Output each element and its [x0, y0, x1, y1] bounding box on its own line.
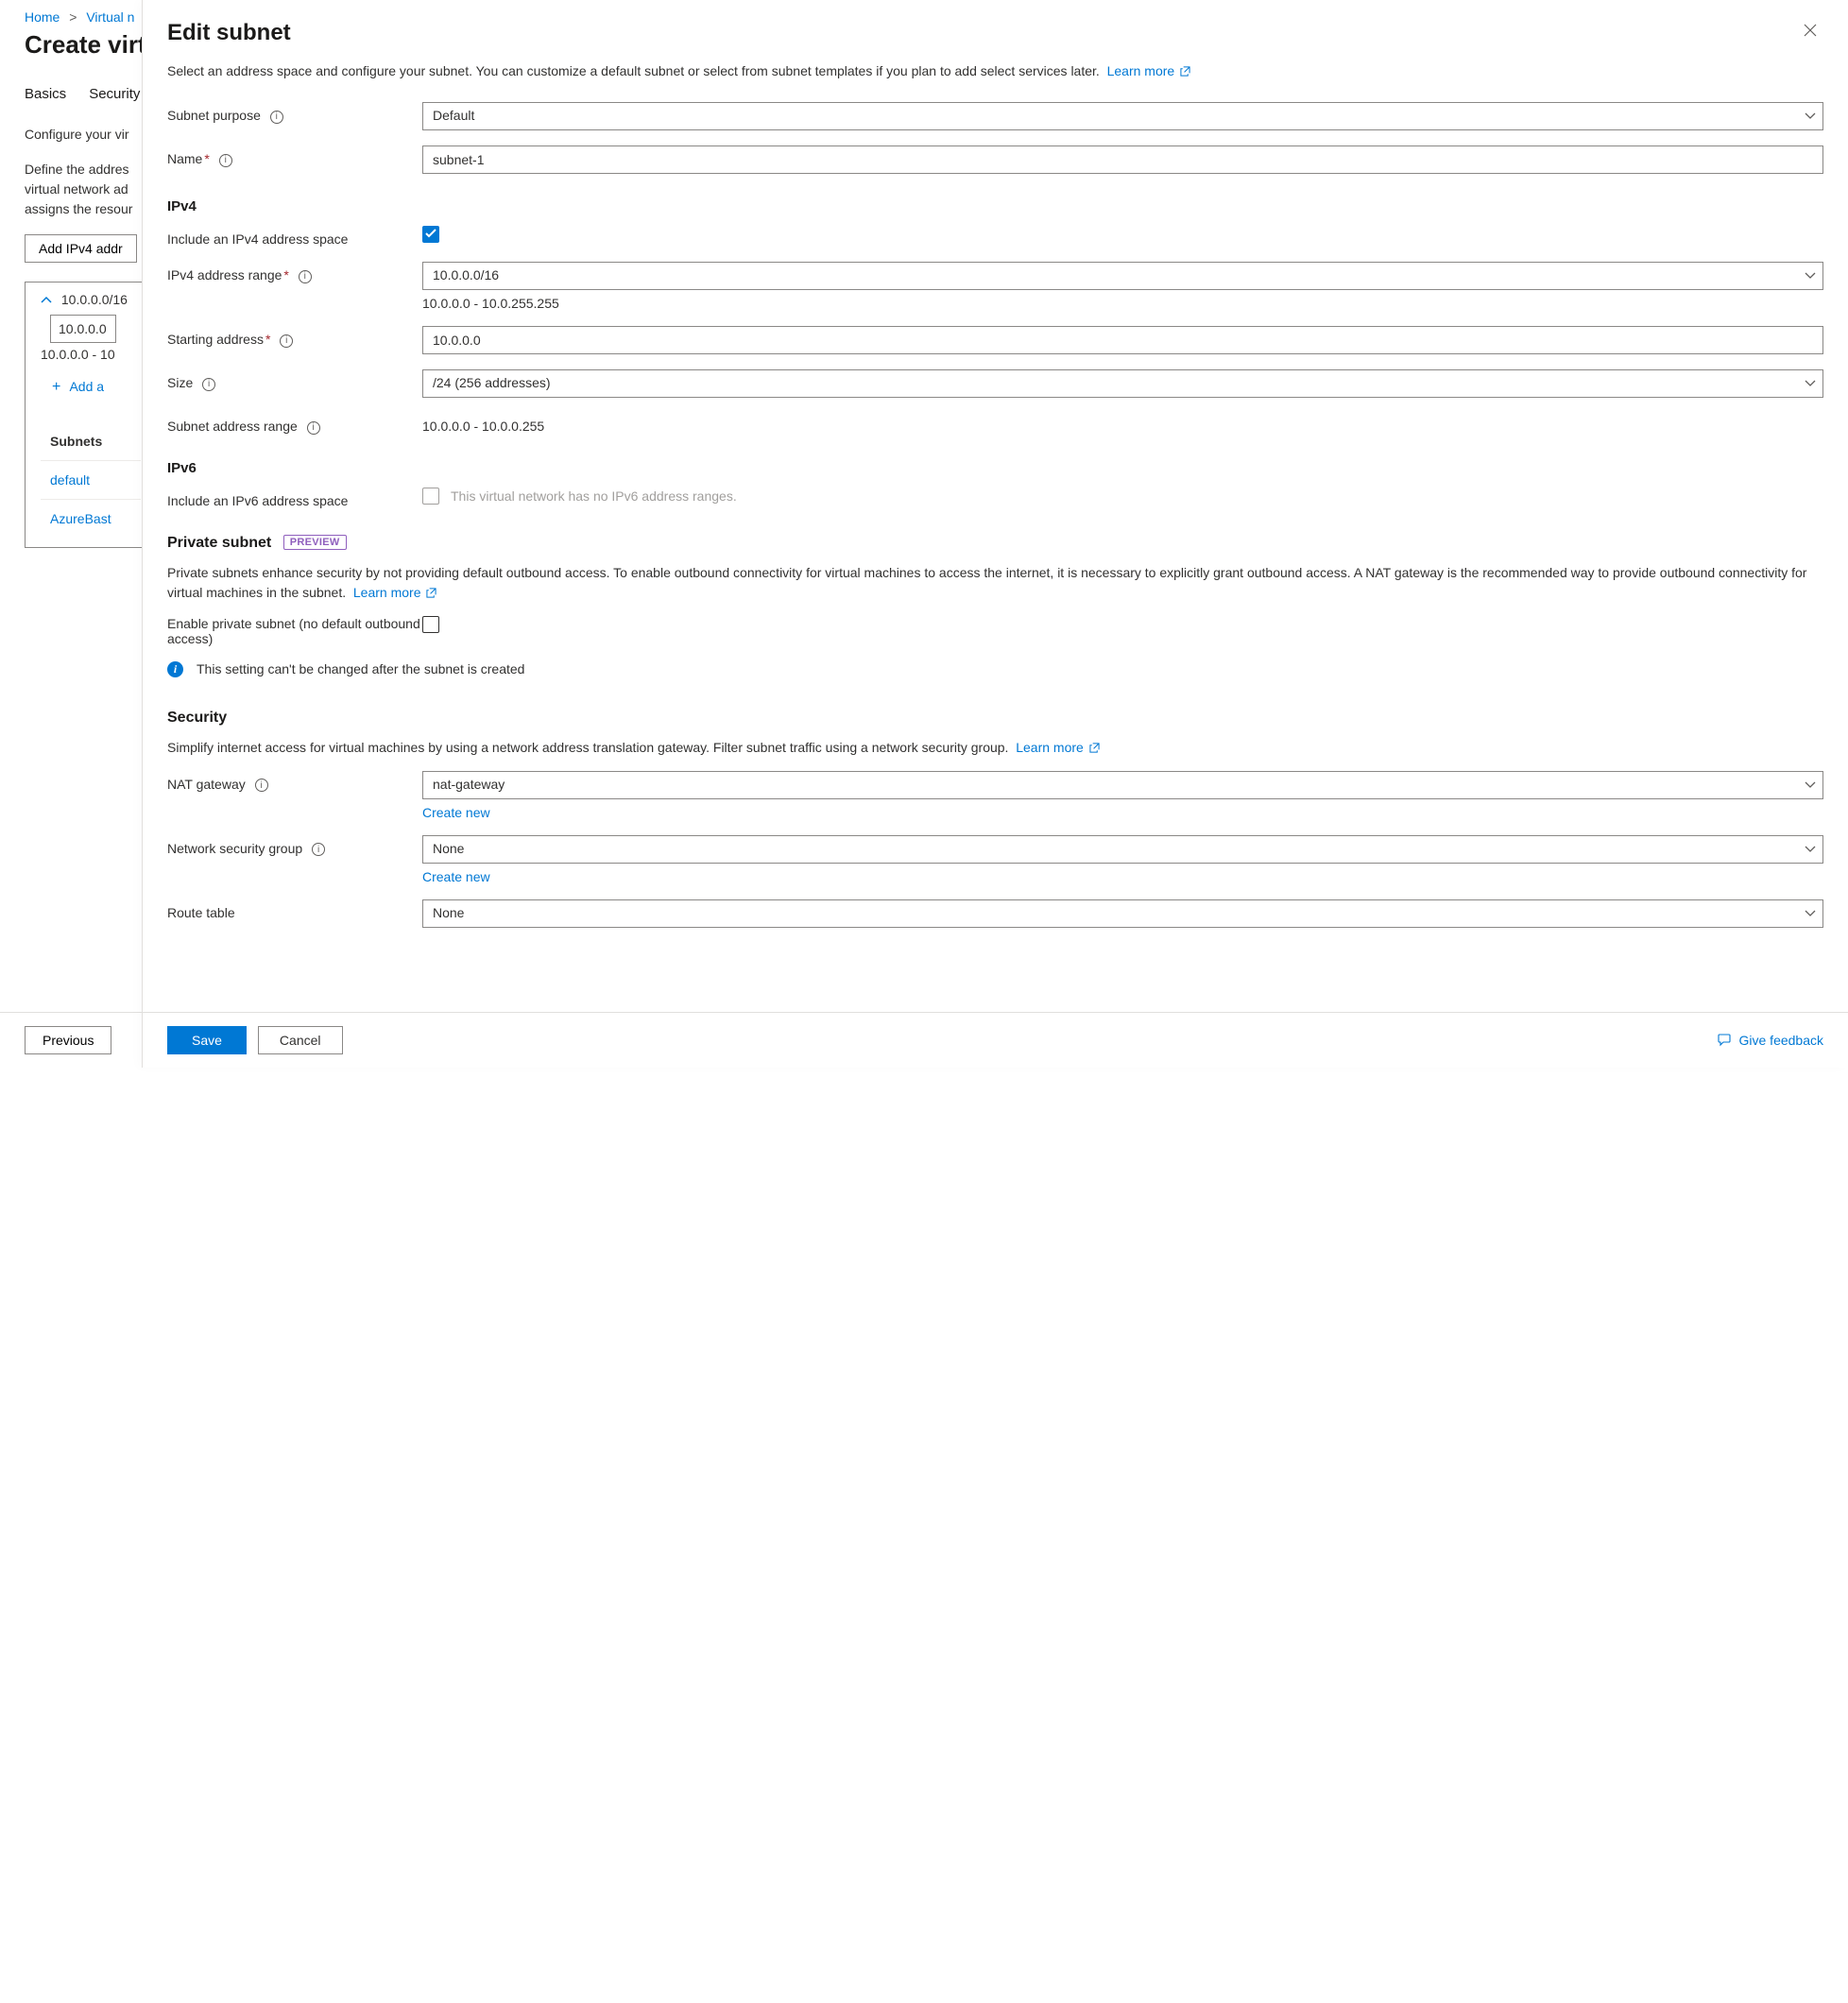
route-table-label: Route table: [167, 899, 422, 920]
info-icon[interactable]: i: [312, 843, 325, 856]
info-icon[interactable]: i: [280, 334, 293, 348]
ipv6-heading: IPv6: [167, 460, 1823, 476]
enable-private-subnet-label: Enable private subnet (no default outbou…: [167, 616, 422, 646]
size-label: Size i: [167, 369, 422, 392]
close-button[interactable]: [1797, 17, 1823, 48]
external-link-icon: [1089, 739, 1100, 759]
subnets-heading: Subnets: [50, 434, 141, 449]
panel-title: Edit subnet: [167, 20, 291, 46]
info-icon[interactable]: i: [307, 421, 320, 435]
ipv4-heading: IPv4: [167, 198, 1823, 214]
info-icon[interactable]: i: [202, 378, 215, 391]
nat-gateway-label: NAT gateway i: [167, 771, 422, 794]
add-subnet-link[interactable]: + Add a: [41, 379, 141, 396]
info-icon[interactable]: i: [219, 154, 232, 167]
tab-security[interactable]: Security: [89, 86, 140, 102]
address-range-text: 10.0.0.0 - 10: [41, 347, 141, 362]
plus-icon: +: [52, 379, 60, 395]
external-link-icon: [1180, 62, 1190, 82]
info-icon[interactable]: i: [255, 779, 268, 792]
include-ipv6-checkbox: [422, 488, 439, 505]
info-callout: i This setting can't be changed after th…: [167, 661, 1823, 677]
add-ipv4-address-space-button[interactable]: Add IPv4 addr: [25, 234, 137, 263]
chevron-up-icon[interactable]: [41, 294, 52, 309]
info-icon[interactable]: i: [270, 111, 283, 124]
nsg-create-new-link[interactable]: Create new: [422, 869, 490, 884]
info-icon: i: [167, 661, 183, 677]
edit-subnet-panel: Edit subnet Select an address space and …: [142, 0, 1848, 1068]
subnet-address-range-label: Subnet address range i: [167, 413, 422, 436]
security-description: Simplify internet access for virtual mac…: [167, 738, 1823, 758]
info-icon[interactable]: i: [299, 270, 312, 283]
security-heading: Security: [167, 710, 1823, 727]
include-ipv6-label: Include an IPv6 address space: [167, 488, 422, 508]
save-button[interactable]: Save: [167, 1026, 247, 1054]
name-label: Name* i: [167, 146, 422, 168]
panel-footer: Save Cancel Give feedback: [143, 1012, 1848, 1068]
cancel-button[interactable]: Cancel: [258, 1026, 343, 1054]
tab-basics[interactable]: Basics: [25, 86, 66, 102]
nat-gateway-select[interactable]: nat-gateway: [422, 771, 1823, 799]
private-subnet-description: Private subnets enhance security by not …: [167, 563, 1823, 603]
external-link-icon: [426, 584, 436, 604]
private-subnet-heading: Private subnet PREVIEW: [167, 535, 1823, 552]
close-icon: [1803, 23, 1818, 42]
name-input[interactable]: [422, 146, 1823, 174]
preview-badge: PREVIEW: [283, 535, 347, 550]
address-space-cidr: 10.0.0.0/16: [61, 292, 128, 307]
nat-create-new-link[interactable]: Create new: [422, 805, 490, 820]
info-callout-text: This setting can't be changed after the …: [197, 661, 524, 676]
breadcrumb-home[interactable]: Home: [25, 9, 60, 25]
learn-more-link[interactable]: Learn more: [1016, 740, 1099, 755]
ipv4-range-label: IPv4 address range* i: [167, 262, 422, 284]
subnet-purpose-select[interactable]: Default: [422, 102, 1823, 130]
ipv6-hint: This virtual network has no IPv6 address…: [451, 488, 737, 504]
enable-private-subnet-checkbox[interactable]: [422, 616, 439, 633]
size-select[interactable]: /24 (256 addresses): [422, 369, 1823, 398]
route-table-select[interactable]: None: [422, 899, 1823, 928]
ipv4-range-select[interactable]: 10.0.0.0/16: [422, 262, 1823, 290]
learn-more-link[interactable]: Learn more: [353, 585, 436, 600]
feedback-icon: [1717, 1032, 1732, 1050]
address-input[interactable]: 10.0.0.0: [50, 315, 116, 343]
nsg-select[interactable]: None: [422, 835, 1823, 864]
address-space-card: 10.0.0.0/16 10.0.0.0 10.0.0.0 - 10 + Add…: [25, 282, 157, 548]
starting-address-input[interactable]: [422, 326, 1823, 354]
starting-address-label: Starting address* i: [167, 326, 422, 349]
check-icon: [425, 227, 436, 242]
panel-intro: Select an address space and configure yo…: [167, 61, 1823, 81]
learn-more-link[interactable]: Learn more: [1107, 63, 1190, 78]
subnet-default-link[interactable]: default: [41, 460, 141, 499]
subnet-azurebastion-link[interactable]: AzureBast: [41, 499, 141, 538]
breadcrumb-virtual-networks[interactable]: Virtual n: [86, 9, 134, 25]
include-ipv4-checkbox[interactable]: [422, 226, 439, 243]
give-feedback-link[interactable]: Give feedback: [1717, 1032, 1824, 1050]
subnet-purpose-label: Subnet purpose i: [167, 102, 422, 125]
include-ipv4-label: Include an IPv4 address space: [167, 226, 422, 247]
ipv4-range-helper: 10.0.0.0 - 10.0.255.255: [422, 296, 1823, 311]
nsg-label: Network security group i: [167, 835, 422, 858]
previous-button[interactable]: Previous: [25, 1026, 111, 1054]
subnet-address-range-value: 10.0.0.0 - 10.0.0.255: [422, 413, 1823, 434]
